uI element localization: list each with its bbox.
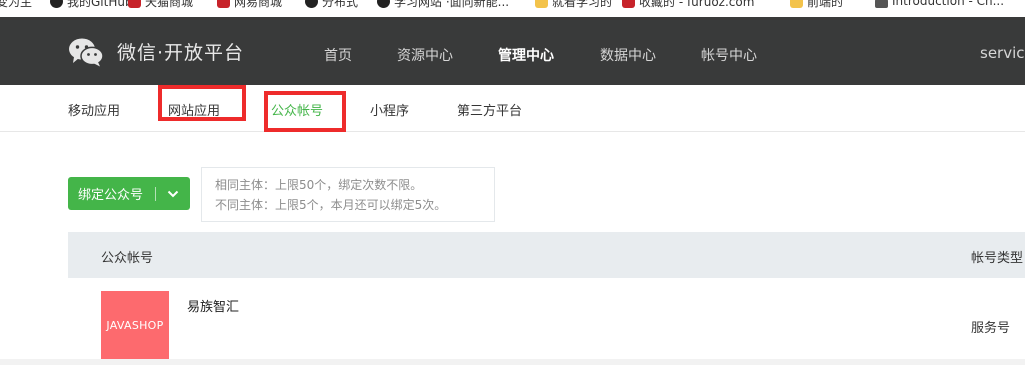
bookmark-label: 就看学习的 [552,0,613,9]
bind-button-label: 绑定公众号 [78,188,144,203]
table-row[interactable]: JAVASHOP 易族智汇 服务号 [68,278,1025,359]
bookmark-label: 变为主 [0,0,33,9]
bookmark-item[interactable]: 就看学习的 [535,0,612,9]
binding-limit-tip: 相同主体：上限50个，绑定次数不限。 不同主体：上限5个，本月还可以绑定5次。 [201,167,495,222]
column-header-account-type: 帐号类型 [971,251,1024,266]
top-navbar: 微信·开放平台 首页 资源中心 管理中心 数据中心 帐号中心 service [0,17,1025,85]
github-icon [377,0,390,8]
bookmark-label: 收藏的 - furuoz.com [639,0,755,9]
bookmark-label: 前端的 [807,0,844,9]
tab-website-app[interactable]: 网站应用 [168,100,220,119]
sub-navbar: 移动应用 网站应用 公众帐号 小程序 第三方平台 [0,85,1025,132]
bookmarks-bar: 变为主 我的GitHub 天猫商城 网易商城 分布式 学习网站 ·面向新能...… [0,0,1025,17]
nav-home[interactable]: 首页 [324,45,352,65]
wechat-logo-icon[interactable] [68,37,104,67]
account-type: 服务号 [971,321,1011,336]
hat-icon [875,0,888,8]
bookmark-item[interactable]: 分布式 [305,0,358,9]
nav-account-center[interactable]: 帐号中心 [701,45,757,65]
tab-mobile-app[interactable]: 移动应用 [68,100,120,119]
bookmark-label: 我的GitHub [67,0,133,9]
bookmark-item[interactable]: 前端的 [790,0,843,9]
tab-third-party-platform[interactable]: 第三方平台 [457,100,522,119]
bind-official-account-button[interactable]: 绑定公众号 [68,177,190,210]
bookmark-label: 网易商城 [234,0,283,9]
nav-resource-center[interactable]: 资源中心 [397,45,453,65]
github-icon [50,0,63,8]
chevron-down-icon[interactable] [156,190,189,198]
red-square-icon [217,0,230,8]
main-content: 绑定公众号 相同主体：上限50个，绑定次数不限。 不同主体：上限5个，本月还可以… [0,132,1025,359]
account-avatar: JAVASHOP [101,291,169,359]
nav-data-center[interactable]: 数据中心 [600,45,656,65]
folder-icon [790,0,803,8]
tip-line-same-entity: 相同主体：上限50个，绑定次数不限。 [215,178,423,192]
tab-official-account[interactable]: 公众帐号 [271,100,323,119]
github-icon [305,0,318,8]
bookmark-item[interactable]: 收藏的 - furuoz.com [622,0,754,9]
table-header: 公众帐号 帐号类型 [68,232,1025,278]
bookmark-label: Introduction - Ch... [892,0,1005,8]
bookmark-label: 分布式 [322,0,359,9]
red-square-icon [128,0,141,8]
user-account-name[interactable]: service [980,44,1025,62]
bookmark-item[interactable]: 天猫商城 [128,0,193,9]
bookmark-item[interactable]: 学习网站 ·面向新能... [377,0,509,9]
column-header-account: 公众帐号 [101,251,154,266]
bookmark-item[interactable]: Introduction - Ch... [875,0,1004,9]
folder-icon [535,0,548,8]
tab-mini-program[interactable]: 小程序 [370,100,409,119]
account-name[interactable]: 易族智汇 [187,296,239,315]
bookmark-label: 天猫商城 [145,0,194,9]
bookmark-label: 学习网站 ·面向新能... [394,0,510,9]
red-square-icon [622,0,635,8]
bookmark-item[interactable]: 网易商城 [217,0,282,9]
nav-management-center[interactable]: 管理中心 [498,45,554,65]
brand-title[interactable]: 微信·开放平台 [117,38,244,65]
avatar-text: JAVASHOP [106,318,164,332]
bookmark-item[interactable]: 我的GitHub [50,0,133,9]
tip-line-different-entity: 不同主体：上限5个，本月还可以绑定5次。 [215,198,447,212]
bookmark-item[interactable]: 变为主 [0,0,32,9]
